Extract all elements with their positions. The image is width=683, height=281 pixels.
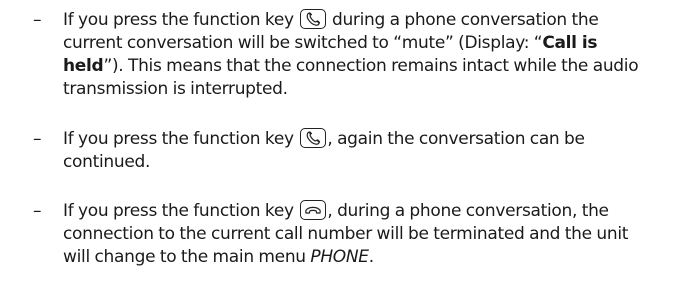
bullet-dash: – [33, 10, 42, 30]
text-line: will change to the main menu PHONE. [63, 247, 374, 267]
phone-pickup-icon [300, 128, 327, 148]
bullet-item-resume: – If you press the function key , again … [0, 128, 683, 176]
manual-page: – If you press the function key during a… [0, 0, 683, 281]
display-message-bold: held [63, 56, 104, 76]
bullet-text: If you press the function key , during a… [63, 200, 663, 269]
text-line: current conversation will be switched to… [63, 33, 598, 53]
text-line: If you press the function key during a p… [63, 9, 599, 30]
bullet-item-hangup: – If you press the function key , during… [0, 200, 683, 272]
bullet-dash: – [33, 129, 42, 149]
text-line: transmission is interrupted. [63, 79, 288, 99]
bullet-text: If you press the function key during a p… [63, 9, 663, 101]
text-line: continued. [63, 152, 151, 172]
phone-pickup-icon [300, 9, 327, 29]
text-line: If you press the function key , during a… [63, 200, 609, 221]
text-line: held”). This means that the connection r… [63, 56, 639, 76]
display-message-bold: Call is [542, 33, 598, 53]
text-line: If you press the function key , again th… [63, 128, 585, 149]
menu-name-italic: PHONE [310, 247, 369, 267]
bullet-item-mute: – If you press the function key during a… [0, 9, 683, 103]
bullet-text: If you press the function key , again th… [63, 128, 663, 174]
bullet-dash: – [33, 201, 42, 221]
phone-hangup-icon [300, 200, 327, 220]
text-line: connection to the current call number wi… [63, 224, 629, 244]
